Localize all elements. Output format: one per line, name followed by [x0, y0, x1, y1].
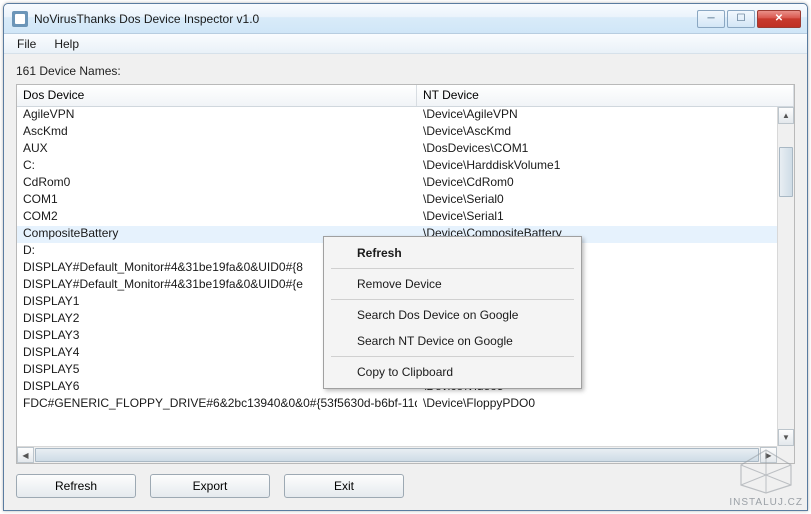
- horizontal-scrollbar[interactable]: ◀ ▶: [17, 446, 777, 463]
- horizontal-scroll-thumb[interactable]: [35, 448, 759, 462]
- menu-help[interactable]: Help: [47, 36, 86, 52]
- ctx-search-nt-google[interactable]: Search NT Device on Google: [327, 328, 578, 354]
- cell-nt-device: \Device\Serial0: [417, 192, 777, 209]
- cell-nt-device: \Device\HarddiskVolume1: [417, 158, 777, 175]
- ctx-separator: [331, 356, 574, 357]
- export-button[interactable]: Export: [150, 474, 270, 498]
- device-count-label: 161 Device Names:: [16, 64, 795, 78]
- cell-nt-device: \Device\Serial1: [417, 209, 777, 226]
- cell-dos-device: AUX: [17, 141, 417, 158]
- ctx-refresh[interactable]: Refresh: [327, 240, 578, 266]
- watermark-logo-icon: [731, 445, 801, 495]
- vertical-scrollbar[interactable]: ▲ ▼: [777, 107, 794, 446]
- table-row[interactable]: FDC#GENERIC_FLOPPY_DRIVE#6&2bc13940&0&0#…: [17, 396, 777, 413]
- ctx-copy-clipboard[interactable]: Copy to Clipboard: [327, 359, 578, 385]
- context-menu: Refresh Remove Device Search Dos Device …: [323, 236, 582, 389]
- maximize-icon: ☐: [737, 13, 746, 24]
- cell-nt-device: \Device\FloppyPDO0: [417, 396, 777, 413]
- cell-dos-device: AgileVPN: [17, 107, 417, 124]
- watermark: INSTALUJ.CZ: [729, 445, 803, 508]
- cell-dos-device: COM2: [17, 209, 417, 226]
- menu-file[interactable]: File: [10, 36, 43, 52]
- ctx-separator: [331, 299, 574, 300]
- button-row: Refresh Export Exit: [16, 474, 795, 498]
- watermark-text: INSTALUJ.CZ: [729, 497, 803, 508]
- ctx-search-dos-google[interactable]: Search Dos Device on Google: [327, 302, 578, 328]
- menubar: File Help: [4, 34, 807, 54]
- cell-dos-device: COM1: [17, 192, 417, 209]
- app-icon: [12, 11, 28, 27]
- cell-nt-device: \Device\CdRom0: [417, 175, 777, 192]
- close-icon: ✕: [775, 13, 783, 24]
- exit-button[interactable]: Exit: [284, 474, 404, 498]
- scroll-down-icon[interactable]: ▼: [778, 429, 794, 446]
- titlebar[interactable]: NoVirusThanks Dos Device Inspector v1.0 …: [4, 4, 807, 34]
- cell-dos-device: CdRom0: [17, 175, 417, 192]
- scroll-left-icon[interactable]: ◀: [17, 447, 34, 463]
- column-header-dos[interactable]: Dos Device: [17, 85, 417, 106]
- table-row[interactable]: COM1\Device\Serial0: [17, 192, 777, 209]
- ctx-separator: [331, 268, 574, 269]
- column-header-nt[interactable]: NT Device: [417, 85, 794, 106]
- minimize-icon: ─: [707, 13, 714, 24]
- table-row[interactable]: AUX\DosDevices\COM1: [17, 141, 777, 158]
- cell-dos-device: AscKmd: [17, 124, 417, 141]
- vertical-scroll-thumb[interactable]: [779, 147, 793, 197]
- cell-dos-device: FDC#GENERIC_FLOPPY_DRIVE#6&2bc13940&0&0#…: [17, 396, 417, 413]
- cell-dos-device: C:: [17, 158, 417, 175]
- table-row[interactable]: CdRom0\Device\CdRom0: [17, 175, 777, 192]
- table-row[interactable]: AscKmd\Device\AscKmd: [17, 124, 777, 141]
- window-title: NoVirusThanks Dos Device Inspector v1.0: [34, 12, 697, 26]
- table-row[interactable]: C:\Device\HarddiskVolume1: [17, 158, 777, 175]
- cell-nt-device: \DosDevices\COM1: [417, 141, 777, 158]
- refresh-button[interactable]: Refresh: [16, 474, 136, 498]
- table-row[interactable]: AgileVPN\Device\AgileVPN: [17, 107, 777, 124]
- grid-header: Dos Device NT Device: [17, 85, 794, 107]
- ctx-remove-device[interactable]: Remove Device: [327, 271, 578, 297]
- close-button[interactable]: ✕: [757, 10, 801, 28]
- cell-nt-device: \Device\AscKmd: [417, 124, 777, 141]
- window-controls: ─ ☐ ✕: [697, 10, 801, 28]
- scroll-up-icon[interactable]: ▲: [778, 107, 794, 124]
- maximize-button[interactable]: ☐: [727, 10, 755, 28]
- cell-nt-device: \Device\AgileVPN: [417, 107, 777, 124]
- table-row[interactable]: COM2\Device\Serial1: [17, 209, 777, 226]
- minimize-button[interactable]: ─: [697, 10, 725, 28]
